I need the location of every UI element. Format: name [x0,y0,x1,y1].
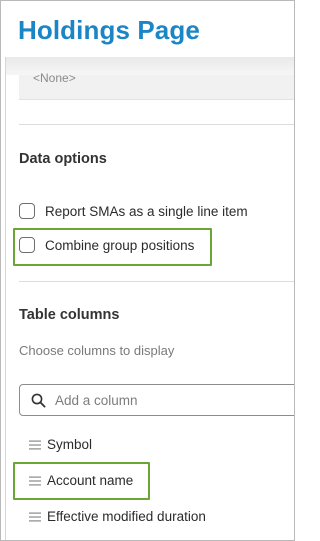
drag-handle-icon[interactable] [29,512,41,522]
table-columns-heading: Table columns [19,307,120,323]
highlight-box-account-name [13,462,150,500]
divider [19,281,294,282]
column-item-symbol[interactable]: Symbol [29,437,92,452]
search-icon [31,393,46,408]
holdings-panel: Holdings Page <None> Data options Report… [0,0,295,541]
column-label: Effective modified duration [47,509,206,524]
column-item-effective-modified-duration[interactable]: Effective modified duration [29,509,206,524]
report-smas-checkbox-row[interactable]: Report SMAs as a single line item [19,203,248,219]
panel-left-border [5,57,6,540]
divider [19,124,294,125]
page-title: Holdings Page [18,15,200,45]
table-columns-help-text: Choose columns to display [19,343,175,358]
highlight-box-combine-group-positions [13,228,212,266]
drag-handle-icon[interactable] [29,440,41,450]
add-column-input[interactable] [55,392,235,408]
column-label: Symbol [47,437,93,452]
report-smas-label: Report SMAs as a single line item [45,203,248,219]
none-select-value: <None> [33,71,76,85]
add-column-search[interactable] [19,384,294,416]
none-select-field[interactable]: <None> [19,71,294,100]
report-smas-checkbox[interactable] [19,203,35,219]
data-options-heading: Data options [19,151,107,167]
